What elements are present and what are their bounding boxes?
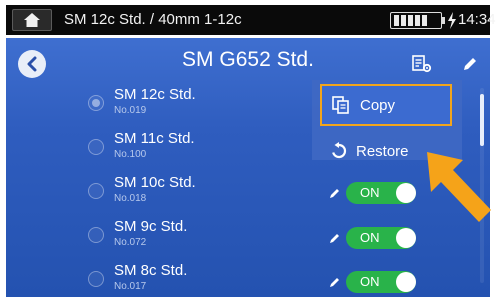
status-title: SM 12c Std. / 40mm 1-12c — [64, 11, 242, 28]
toggle-switch[interactable]: ON — [346, 227, 416, 249]
toggle-label: ON — [360, 274, 380, 289]
radio-button[interactable] — [88, 271, 104, 287]
pencil-icon[interactable] — [328, 186, 342, 200]
radio-button[interactable] — [88, 227, 104, 243]
radio-button[interactable] — [88, 95, 104, 111]
item-number: No.072 — [114, 237, 147, 248]
copy-label: Copy — [360, 96, 396, 114]
battery-icon — [390, 12, 445, 29]
item-name: SM 11c Std. — [114, 130, 195, 147]
pencil-icon — [464, 58, 476, 70]
edit-button[interactable] — [458, 52, 482, 76]
item-name: SM 9c Std. — [114, 218, 188, 235]
home-icon — [24, 13, 40, 27]
item-name: SM 8c Std. — [114, 262, 188, 279]
clock: 14:34 — [458, 11, 496, 28]
toggle-switch[interactable]: ON — [346, 271, 416, 293]
item-number: No.018 — [114, 193, 147, 204]
item-name: SM 12c Std. — [114, 86, 196, 103]
item-number: No.019 — [114, 105, 147, 116]
scrollbar-thumb[interactable] — [480, 94, 484, 146]
screen: SM 12c Std. / 40mm 1-12c 14:34 SM G652 S… — [0, 0, 497, 297]
list-item[interactable]: SM 9c Std. No.072 — [84, 218, 324, 256]
toggle-label: ON — [360, 230, 380, 245]
list-item[interactable]: SM 10c Std. No.018 — [84, 174, 324, 212]
pencil-icon[interactable] — [328, 231, 342, 245]
restore-icon — [332, 142, 347, 159]
toggle-knob — [396, 228, 416, 248]
toggle-label: ON — [360, 185, 380, 200]
callout-arrow-icon — [427, 152, 491, 222]
copy-menu-item[interactable]: Copy — [320, 84, 452, 126]
item-name: SM 10c Std. — [114, 174, 196, 191]
toggle-knob — [396, 183, 416, 203]
radio-button[interactable] — [88, 183, 104, 199]
home-button[interactable] — [12, 9, 52, 31]
item-number: No.017 — [114, 281, 147, 292]
pencil-icon[interactable] — [328, 275, 342, 289]
item-number: No.100 — [114, 149, 147, 160]
toggle-switch[interactable]: ON — [346, 182, 416, 204]
lightning-icon — [448, 12, 456, 29]
restore-label: Restore — [356, 142, 409, 160]
copy-icon — [332, 96, 349, 114]
fiber-list-panel: SM G652 Std. SM 12c Std. No.019 SM 11c S… — [6, 38, 490, 297]
list-item[interactable]: SM 11c Std. No.100 — [84, 130, 324, 168]
toggle-knob — [396, 272, 416, 292]
list-settings-icon — [412, 55, 432, 73]
radio-button[interactable] — [88, 139, 104, 155]
list-item[interactable]: SM 12c Std. No.019 — [84, 86, 324, 124]
settings-button[interactable] — [410, 52, 434, 76]
status-bar: SM 12c Std. / 40mm 1-12c 14:34 — [6, 5, 496, 35]
list-item[interactable]: SM 8c Std. No.017 — [84, 262, 324, 297]
